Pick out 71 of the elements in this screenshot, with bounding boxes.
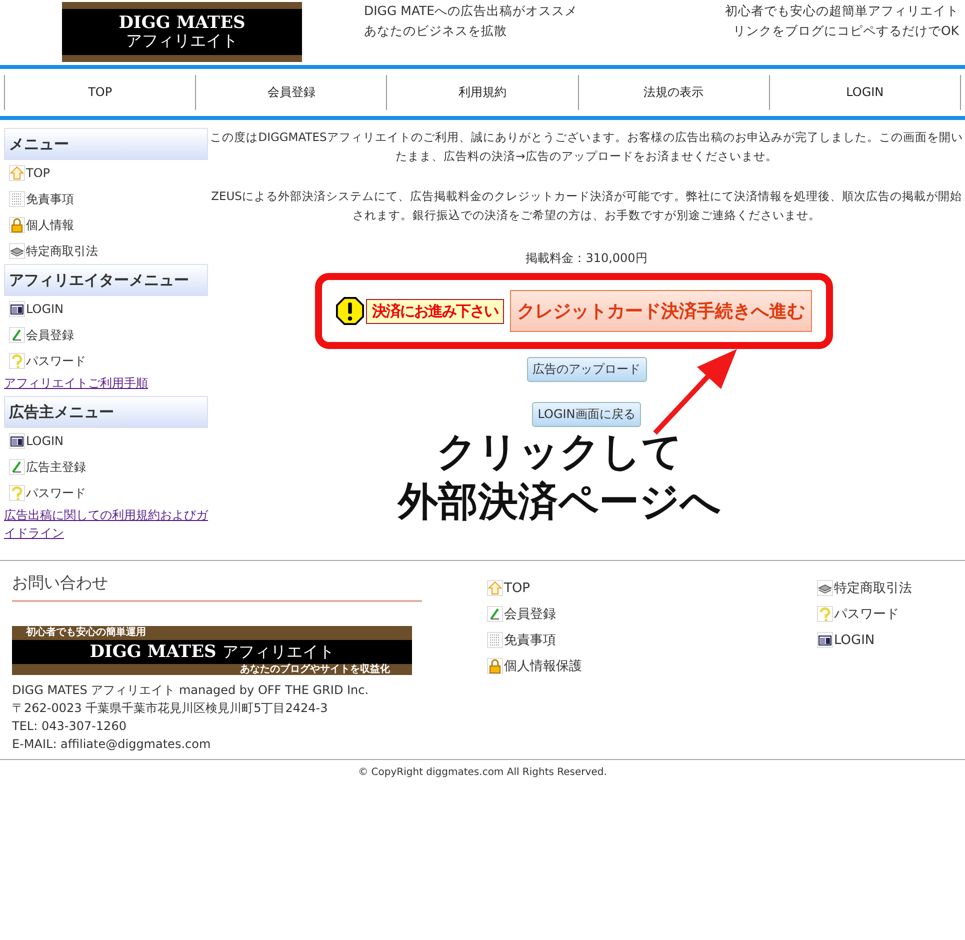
nav-link[interactable]: 会員登録 [195, 75, 386, 110]
sidebar-link[interactable]: パスワード [26, 484, 86, 502]
banner-text: 初心者でも安心の簡単運用 [26, 626, 146, 640]
sidebar-link[interactable]: LOGIN [26, 434, 64, 448]
nav-link[interactable]: 利用規約 [386, 75, 578, 110]
up-arrow-icon [9, 165, 25, 181]
nav-link[interactable]: 法規の表示 [578, 75, 769, 110]
sidebar-heading: アフィリエイターメニュー [4, 264, 208, 296]
nav-link[interactable]: TOP [4, 75, 196, 110]
grid-icon [9, 191, 25, 207]
tagline-text: リンクをブログにコピペするだけでOK [732, 22, 959, 40]
annotation-text: クリックして [436, 428, 682, 477]
footer-link[interactable]: TOP [504, 580, 530, 596]
stack-icon [817, 580, 833, 596]
id-card-icon [9, 301, 25, 317]
message-paragraph: ZEUSによる外部決済システムにて、広告掲載料金のクレジットカード決済が可能です。弊社にて決済情報を処理後、順次広告の掲載が開始されます。銀行振込での決済をご希望の方は、お手数ですが別途ご連絡くださいませ。 [210, 188, 963, 224]
footer-banner[interactable]: 初心者でも安心の簡単運用 DIGG MATES アフィリエイト あなたのブログやサイトを収益化 [12, 626, 412, 675]
nav-link[interactable]: LOGIN [768, 75, 962, 110]
action-button[interactable]: LOGIN画面に戻る [532, 402, 642, 427]
footer-link[interactable]: LOGIN [834, 632, 875, 648]
sidebar-link[interactable]: 個人情報 [26, 216, 74, 234]
tagline-text: 初心者でも安心の超簡単アフィリエイト [725, 2, 959, 20]
pencil-icon [9, 459, 25, 475]
action-button[interactable]: 広告のアップロード [526, 357, 646, 382]
pencil-icon [487, 606, 503, 622]
banner-title: アフィリエイト [222, 642, 334, 662]
question-mark-icon [9, 353, 25, 369]
message-paragraph: この度はDIGGMATESアフィリエイトのご利用、誠にありがとうございます。お客様の広告出稿のお申込みが完了しました。この画面を開いたまま、広告料の決済→広告のアップロードをお済ませくださいませ。 [209, 129, 964, 165]
padlock-icon [9, 217, 25, 233]
footer-link[interactable]: 会員登録 [504, 605, 556, 623]
site-logo[interactable]: DIGG MATES アフィリエイト [62, 2, 302, 62]
sidebar-link[interactable]: LOGIN [26, 302, 64, 316]
address-line: 〒262-0023 千葉県千葉市花見川区検見川町5丁目2424-3 [12, 700, 329, 717]
notice-label: 決済にお進み下さい [366, 298, 504, 324]
address-line: E-MAIL: affiliate@diggmates.com [12, 736, 212, 753]
tagline-text: DIGG MATEへの広告出稿がオススメ [364, 2, 578, 20]
tagline-text: あなたのビジネスを拡散 [364, 22, 508, 40]
grid-icon [487, 632, 503, 648]
stack-icon [9, 243, 25, 259]
sidebar-link[interactable]: パスワード [26, 352, 86, 370]
copyright-text: © CopyRight diggmates.com All Rights Reserved. [0, 759, 965, 778]
logo-subtitle: アフィリエイト [126, 32, 238, 50]
contact-heading: お問い合わせ [12, 573, 422, 602]
logo-title: DIGG MATES [118, 14, 246, 33]
sidebar-link[interactable]: 会員登録 [26, 326, 74, 344]
footer-link[interactable]: 免責事項 [504, 631, 556, 649]
footer-link[interactable]: 特定商取引法 [834, 579, 912, 597]
sidebar-text-link[interactable]: 広告出稿に関しての利用規約およびガイドライン [4, 506, 208, 542]
sidebar-text-link[interactable]: アフィリエイトご利用手順 [4, 374, 208, 392]
sidebar-link[interactable]: 特定商取引法 [26, 242, 98, 260]
banner-text: あなたのブログやサイトを収益化 [240, 664, 390, 675]
id-card-icon [817, 632, 833, 648]
question-mark-icon [9, 485, 25, 501]
sidebar-link[interactable]: TOP [26, 166, 50, 180]
address-line: TEL: 043-307-1260 [12, 718, 128, 735]
pencil-icon [9, 327, 25, 343]
sidebar-heading: 広告主メニュー [4, 396, 208, 428]
footer-link[interactable]: 個人情報保護 [504, 657, 582, 675]
banner-title: DIGG MATES [90, 642, 216, 662]
sidebar-link[interactable]: 免責事項 [26, 190, 74, 208]
up-arrow-icon [487, 580, 503, 596]
sidebar-link[interactable]: 広告主登録 [26, 458, 86, 476]
id-card-icon [9, 433, 25, 449]
warning-icon [336, 297, 364, 325]
question-mark-icon [817, 606, 833, 622]
footer-link[interactable]: パスワード [834, 605, 899, 623]
fee-text: 掲載料金：310,000円 [526, 250, 648, 267]
sidebar-heading: メニュー [4, 128, 208, 160]
address-line: DIGG MATES アフィリエイト managed by OFF THE GRID Inc. [12, 682, 370, 699]
padlock-icon [487, 658, 503, 674]
annotation-text: 外部決済ページへ [398, 478, 721, 527]
